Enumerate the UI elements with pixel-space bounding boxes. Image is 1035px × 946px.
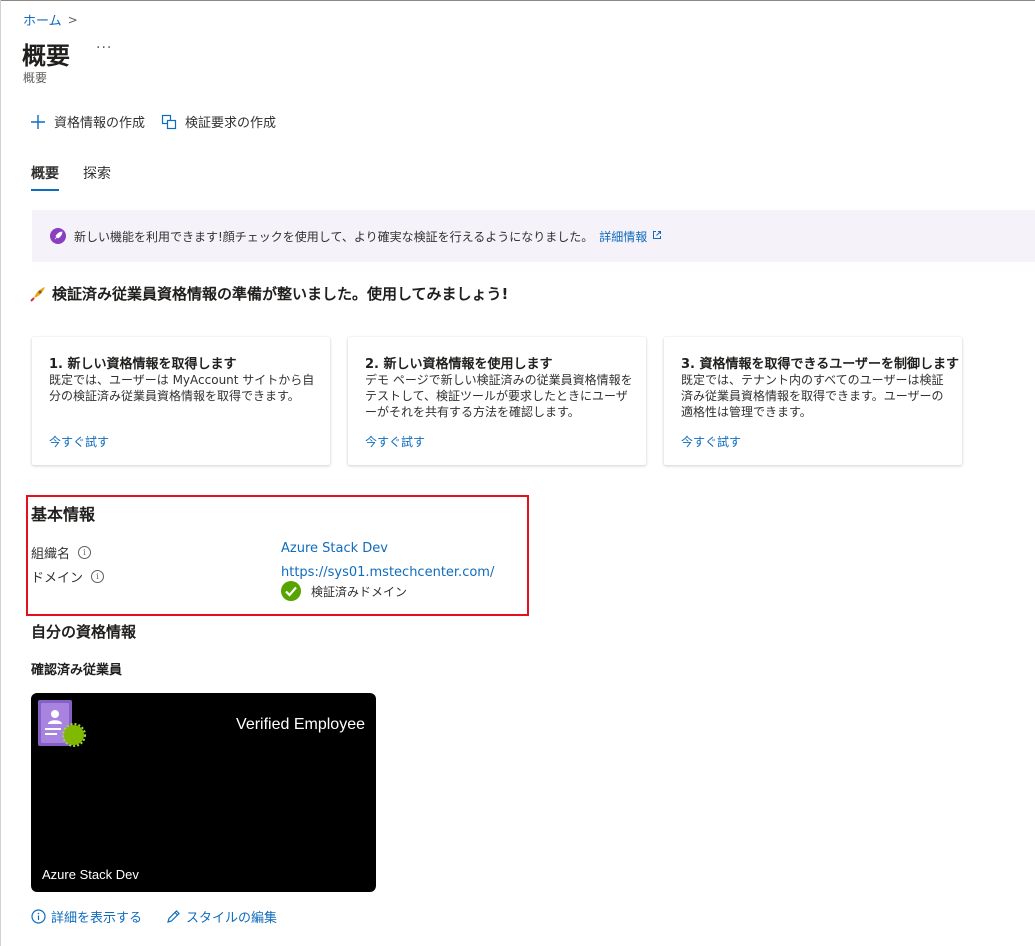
credential-card-org: Azure Stack Dev xyxy=(42,867,139,882)
rocket-icon xyxy=(30,286,46,302)
tab-bar: 概要 探索 xyxy=(31,163,135,191)
step-card-title: 1. 新しい資格情報を取得します xyxy=(49,357,237,372)
try-now-link[interactable]: 今すぐ試す xyxy=(49,433,109,450)
info-icon xyxy=(31,909,46,924)
left-border xyxy=(0,0,1,946)
ready-heading-text: 検証済み従業員資格情報の準備が整いました。使用してみましょう! xyxy=(52,285,509,303)
domain-label-row: ドメイン i xyxy=(31,567,105,586)
tab-overview[interactable]: 概要 xyxy=(31,163,59,191)
command-bar: 資格情報の作成 検証要求の作成 xyxy=(30,112,292,131)
step-card-title: 3. 資格情報を取得できるユーザーを制御します xyxy=(681,357,959,372)
feature-banner: 新しい機能を利用できます!顔チェックを使用して、より確実な検証を行えるようになり… xyxy=(32,210,1035,262)
breadcrumb-separator: > xyxy=(67,12,78,27)
try-now-link[interactable]: 今すぐ試す xyxy=(365,433,425,450)
credential-card-title: Verified Employee xyxy=(236,716,365,733)
ready-heading: 検証済み従業員資格情報の準備が整いました。使用してみましょう! xyxy=(30,283,508,304)
breadcrumb: ホーム > xyxy=(23,10,78,30)
create-verification-request-button[interactable]: 検証要求の作成 xyxy=(161,112,276,131)
create-credential-button[interactable]: 資格情報の作成 xyxy=(30,112,145,131)
org-name-label-row: 組織名 i xyxy=(31,543,92,562)
banner-text: 新しい機能を利用できます!顔チェックを使用して、より確実な検証を行えるようになり… xyxy=(74,229,594,244)
highlight-box xyxy=(26,495,529,616)
step-card-use-credential: 2. 新しい資格情報を使用します デモ ページで新しい検証済みの従業員資格情報を… xyxy=(348,337,646,465)
step-card-desc: デモ ページで新しい検証済みの従業員資格情報をテストして、検証ツールが要求したと… xyxy=(365,373,633,419)
try-now-link[interactable]: 今すぐ試す xyxy=(681,433,741,450)
breadcrumb-home-link[interactable]: ホーム xyxy=(23,10,62,29)
step-card-desc: 既定では、ユーザーは MyAccount サイトから自分の検証済み従業員資格情報… xyxy=(49,373,315,403)
tab-explore[interactable]: 探索 xyxy=(83,163,111,191)
edit-style-label: スタイルの編集 xyxy=(186,911,278,926)
credential-badge-icon xyxy=(38,700,88,754)
view-details-button[interactable]: 詳細を表示する xyxy=(31,907,142,926)
plus-icon xyxy=(30,114,46,130)
more-options-button[interactable]: ··· xyxy=(96,40,112,56)
pencil-icon xyxy=(166,909,181,924)
page-title: 概要 xyxy=(22,42,70,70)
info-icon[interactable]: i xyxy=(91,570,105,583)
copy-icon xyxy=(161,114,177,130)
domain-label: ドメイン xyxy=(31,571,84,586)
step-card-title: 2. 新しい資格情報を使用します xyxy=(365,357,553,372)
verified-employee-heading: 確認済み従業員 xyxy=(31,663,123,678)
create-credential-label: 資格情報の作成 xyxy=(54,116,146,131)
step-card-get-credential: 1. 新しい資格情報を取得します 既定では、ユーザーは MyAccount サイ… xyxy=(32,337,330,465)
basic-info-heading: 基本情報 xyxy=(31,505,96,524)
banner-learn-more-link[interactable]: 詳細情報 xyxy=(599,228,647,245)
verified-domain-text: 検証済みドメイン xyxy=(311,584,408,599)
external-link-icon xyxy=(652,230,662,243)
info-icon[interactable]: i xyxy=(78,546,92,559)
check-circle-icon xyxy=(281,581,301,601)
org-name-label: 組織名 xyxy=(31,547,71,562)
page-subtitle: 概要 xyxy=(23,71,48,85)
create-verification-request-label: 検証要求の作成 xyxy=(185,116,277,131)
domain-value-link[interactable]: https://sys01.mstechcenter.com/ xyxy=(281,565,494,580)
my-credentials-heading: 自分の資格情報 xyxy=(31,623,137,641)
view-details-label: 詳細を表示する xyxy=(51,911,143,926)
credential-card[interactable]: Verified Employee Azure Stack Dev xyxy=(31,693,376,892)
edit-style-button[interactable]: スタイルの編集 xyxy=(166,907,277,926)
rocket-icon xyxy=(50,228,66,244)
org-name-value[interactable]: Azure Stack Dev xyxy=(281,541,388,556)
step-card-control-users: 3. 資格情報を取得できるユーザーを制御します 既定では、テナント内のすべてのユ… xyxy=(664,337,962,465)
top-border xyxy=(0,0,1035,1)
verified-domain-status: 検証済みドメイン xyxy=(281,581,407,601)
step-card-desc: 既定では、テナント内のすべてのユーザーは検証済み従業員資格情報を取得できます。ユ… xyxy=(681,373,944,419)
credential-actions: 詳細を表示する スタイルの編集 xyxy=(31,907,301,926)
